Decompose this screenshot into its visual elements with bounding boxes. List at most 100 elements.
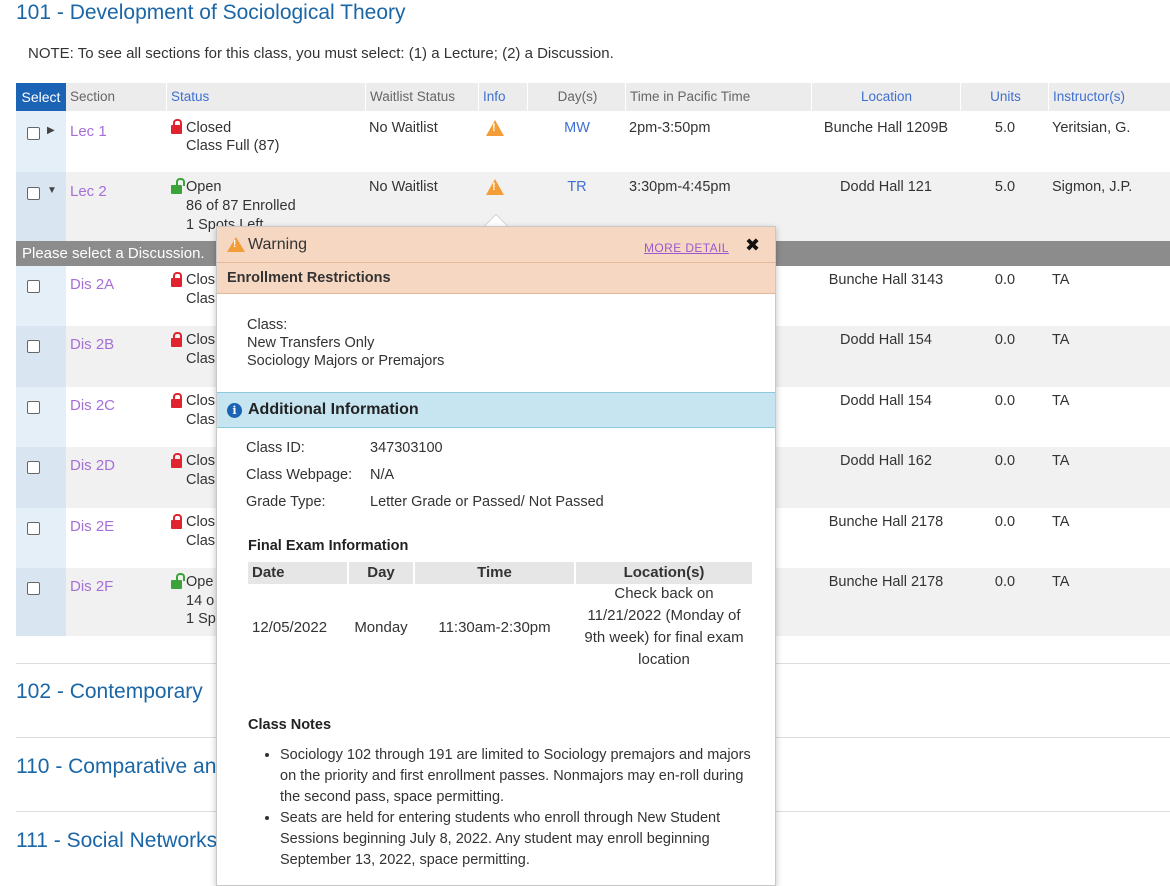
course-title[interactable]: 101 - Development of Sociological Theory (16, 1, 406, 25)
status-detail: 14 o (186, 593, 215, 609)
lock-closed-icon (171, 393, 182, 408)
caret-down-icon[interactable]: ▼ (47, 185, 57, 196)
status-text: Closed (186, 120, 232, 136)
location: Dodd Hall 154 (840, 393, 932, 409)
header-units[interactable]: Units (960, 83, 1050, 111)
select-checkbox[interactable] (27, 522, 40, 535)
status-text: Clos (186, 393, 216, 409)
header-instructor[interactable]: Instructor(s) (1048, 83, 1125, 111)
list-item: Seats are held for entering students who… (280, 808, 758, 871)
location: Dodd Hall 154 (840, 332, 932, 348)
select-checkbox[interactable] (27, 127, 40, 140)
section-link[interactable]: Lec 2 (70, 182, 107, 201)
instructor: TA (1052, 332, 1070, 348)
lock-closed-icon (171, 332, 182, 347)
status-text: Clos (186, 453, 216, 469)
status-detail: Clas (186, 412, 216, 428)
additional-info-title: Additional Information (248, 401, 419, 418)
grade-type-value: Letter Grade or Passed/ Not Passed (370, 494, 604, 510)
units: 0.0 (994, 393, 1016, 409)
select-checkbox[interactable] (27, 187, 40, 200)
exam-date: 12/05/2022 (252, 619, 328, 636)
select-checkbox[interactable] (27, 340, 40, 353)
days: TR (567, 179, 587, 195)
status-detail: Clas (186, 533, 216, 549)
course-title-111[interactable]: 111 - Social Networks (16, 829, 217, 853)
select-checkbox[interactable] (27, 582, 40, 595)
units: 0.0 (994, 514, 1016, 530)
time: 3:30pm-4:45pm (629, 179, 731, 195)
additional-info-header: i Additional Information (217, 392, 775, 428)
select-checkbox[interactable] (27, 401, 40, 414)
units: 0.0 (994, 453, 1016, 469)
class-notes-title: Class Notes (248, 717, 332, 733)
exam-location: Check back on 11/21/2022 (Monday of 9th … (584, 585, 744, 668)
status-text: Clos (186, 514, 216, 530)
lock-closed-icon (171, 119, 182, 134)
final-exam-title: Final Exam Information (248, 538, 409, 554)
exam-header-date: Date (248, 562, 347, 584)
warning-header: Warning MORE DETAIL ✖ Enrollment Restric… (217, 227, 775, 294)
section-link[interactable]: Dis 2A (70, 275, 114, 294)
units: 5.0 (994, 179, 1016, 195)
exam-header-day: Day (349, 562, 413, 584)
warning-icon (227, 237, 245, 252)
warning-icon[interactable] (486, 179, 504, 195)
status-text: Clos (186, 332, 216, 348)
exam-day: Monday (354, 619, 408, 636)
location: Dodd Hall 121 (840, 179, 932, 195)
more-detail-link[interactable]: MORE DETAIL (644, 241, 729, 255)
units: 5.0 (994, 120, 1016, 136)
header-location[interactable]: Location (811, 83, 961, 111)
warning-title: Warning (248, 236, 307, 253)
webpage-label: Class Webpage: (246, 467, 353, 483)
class-id-value: 347303100 (370, 440, 443, 456)
lock-closed-icon (171, 514, 182, 529)
lock-closed-icon (171, 453, 182, 468)
units: 0.0 (994, 272, 1016, 288)
instructor: TA (1052, 574, 1070, 590)
info-icon: i (227, 403, 242, 418)
course-title-110[interactable]: 110 - Comparative an (16, 755, 216, 779)
waitlist-status: No Waitlist (369, 120, 438, 136)
restrictions-title: Enrollment Restrictions (227, 270, 391, 286)
table-row: ▶ Lec 1 Closed Class Full (87) No Waitli… (16, 111, 1170, 172)
location: Bunche Hall 2178 (828, 574, 944, 590)
class-notes: Sociology 102 through 191 are limited to… (248, 745, 758, 871)
section-link[interactable]: Dis 2C (70, 396, 115, 415)
header-info[interactable]: Info (478, 83, 506, 111)
header-status[interactable]: Status (166, 83, 209, 111)
status-text: Open (186, 179, 222, 195)
status-detail: Class Full (87) (186, 138, 280, 154)
header-days: Day(s) (527, 83, 627, 111)
instructor: TA (1052, 272, 1070, 288)
section-link[interactable]: Dis 2D (70, 456, 115, 475)
restrictions-text: Class: New Transfers Only Sociology Majo… (247, 317, 445, 369)
close-icon[interactable]: ✖ (745, 235, 760, 256)
info-popover: Warning MORE DETAIL ✖ Enrollment Restric… (216, 226, 776, 886)
lock-closed-icon (171, 272, 182, 287)
section-note: NOTE: To see all sections for this class… (28, 45, 614, 62)
section-link[interactable]: Dis 2B (70, 335, 114, 354)
units: 0.0 (994, 574, 1016, 590)
location: Bunche Hall 1209B (823, 120, 949, 136)
status-text: Clos (186, 272, 216, 288)
waitlist-status: No Waitlist (369, 179, 438, 195)
section-link[interactable]: Lec 1 (70, 122, 107, 141)
section-link[interactable]: Dis 2E (70, 517, 114, 536)
location: Bunche Hall 3143 (828, 272, 944, 288)
header-select: Select (16, 83, 66, 111)
instructor: Yeritsian, G. (1052, 120, 1131, 136)
instructor: TA (1052, 453, 1070, 469)
status-detail: Clas (186, 351, 216, 367)
lock-open-icon (171, 178, 185, 194)
units: 0.0 (994, 332, 1016, 348)
exam-time: 11:30am-2:30pm (438, 619, 551, 636)
caret-right-icon[interactable]: ▶ (47, 125, 55, 136)
section-link[interactable]: Dis 2F (70, 577, 113, 596)
course-title-102[interactable]: 102 - Contemporary (16, 680, 203, 704)
select-checkbox[interactable] (27, 461, 40, 474)
days: MW (564, 120, 590, 136)
warning-icon[interactable] (486, 120, 504, 136)
select-checkbox[interactable] (27, 280, 40, 293)
